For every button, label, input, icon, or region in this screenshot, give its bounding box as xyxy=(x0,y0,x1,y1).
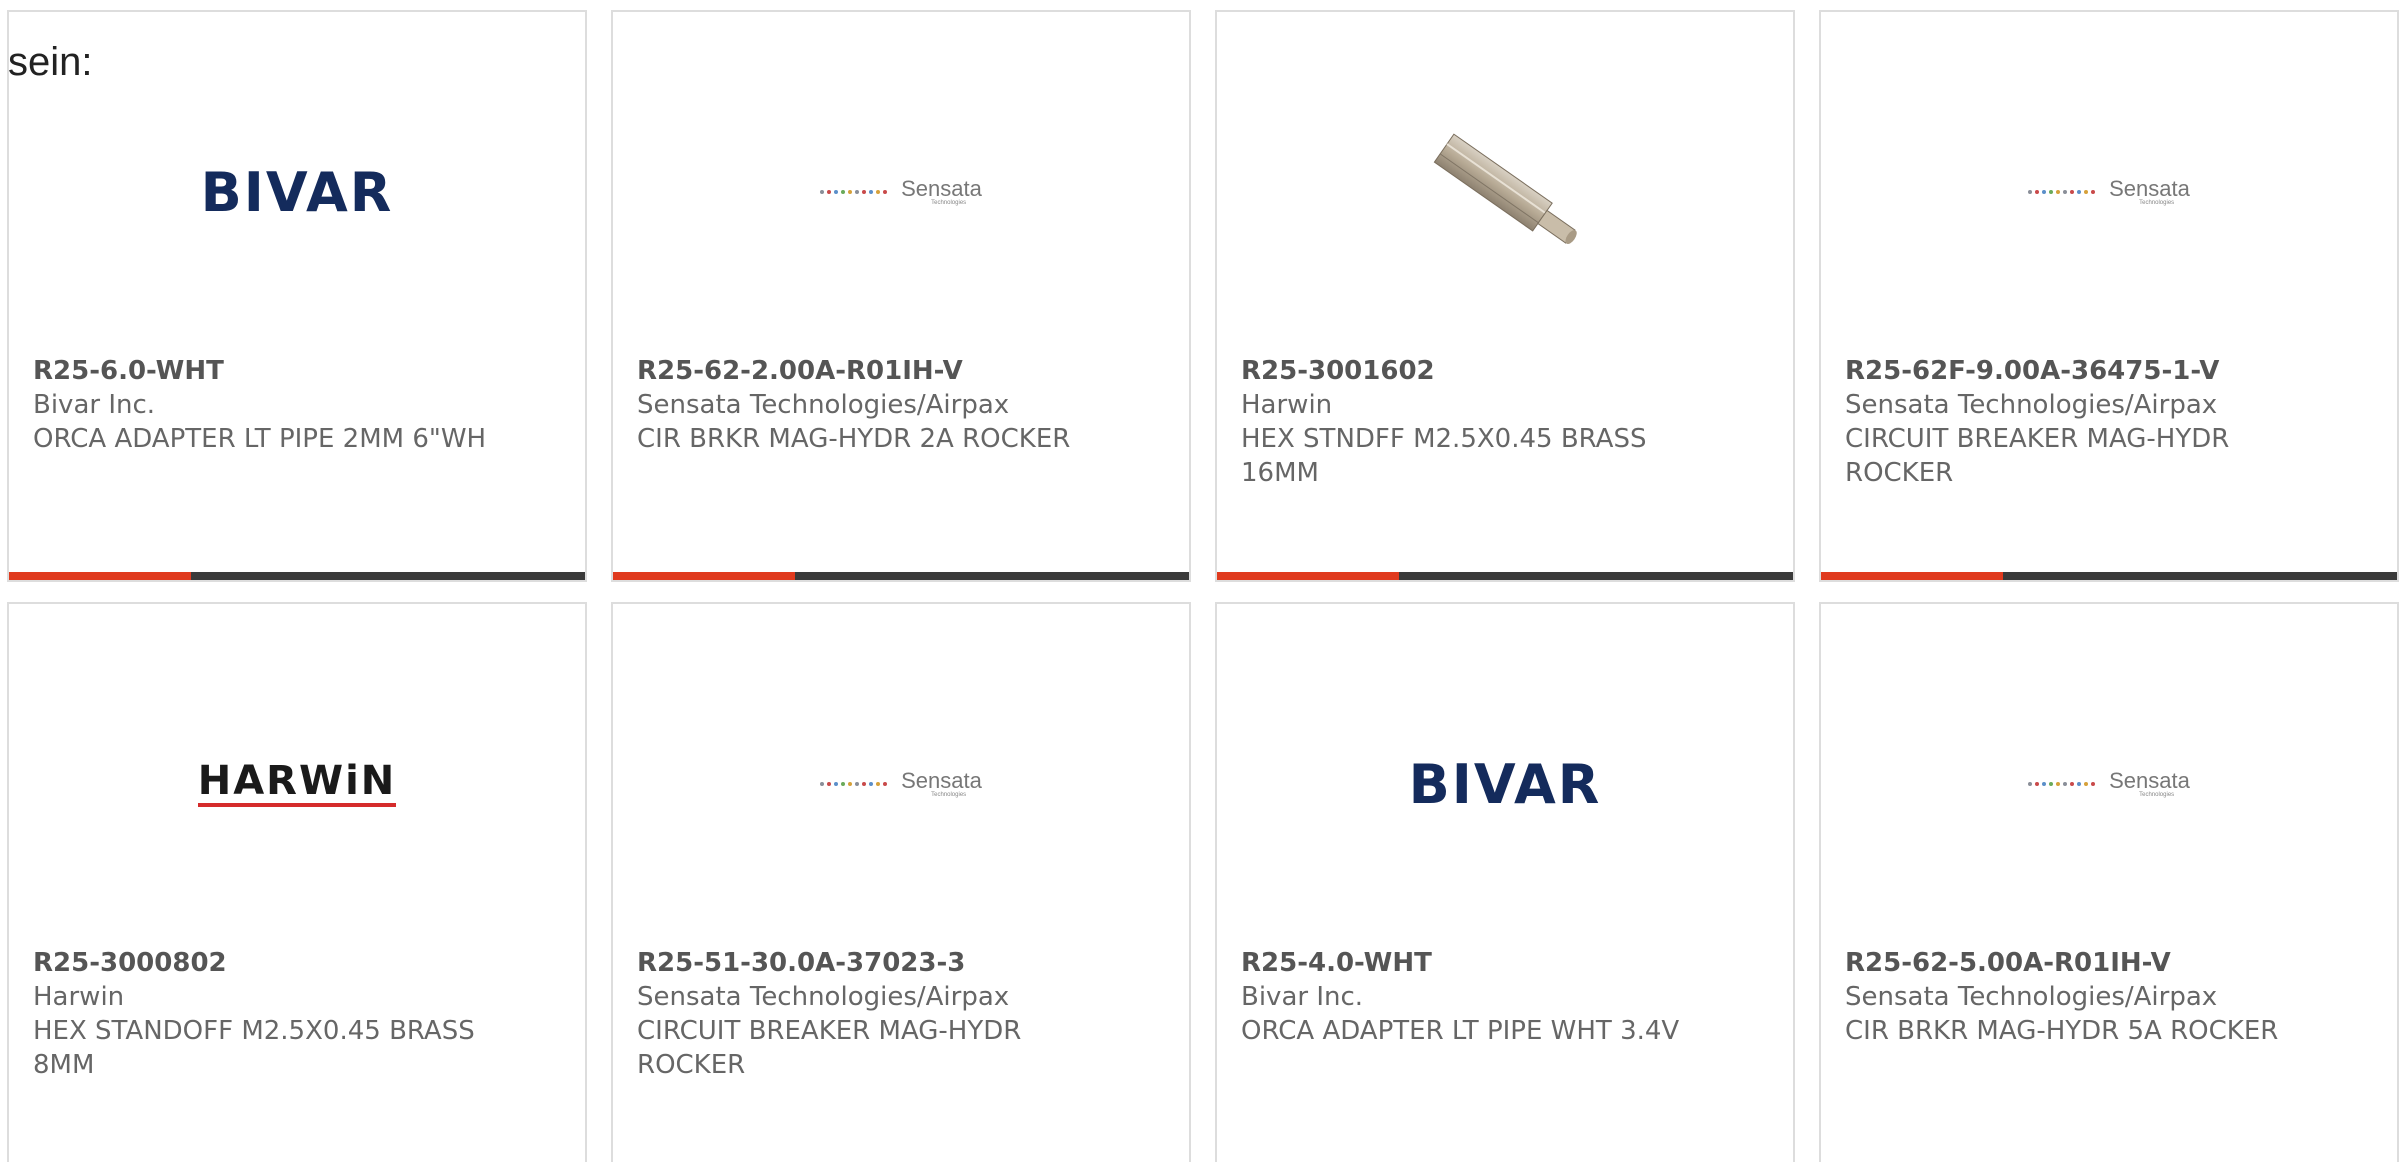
sensata-logo-name: Sensata xyxy=(2109,768,2190,793)
manufacturer-name: Sensata Technologies/Airpax xyxy=(1845,390,2218,420)
part-number-link[interactable]: R25-3000802 xyxy=(33,946,493,980)
product-image[interactable]: Sensata Technologies xyxy=(1821,92,2397,292)
part-number-link[interactable]: R25-3001602 xyxy=(1241,354,1701,388)
card-bottom-bar xyxy=(1217,572,1793,580)
product-card[interactable]: Sensata Technologies R25-62F-9.00A-36475… xyxy=(1819,10,2399,582)
sensata-logo-sub: Technologies xyxy=(931,200,967,206)
product-card[interactable]: BIVAR R25-6.0-WHT Bivar Inc. ORCA ADAPTE… xyxy=(7,10,587,582)
sensata-logo: Sensata Technologies xyxy=(820,178,982,206)
sensata-logo-sub: Technologies xyxy=(2139,200,2175,206)
sensata-dots-icon xyxy=(820,190,888,194)
sensata-logo-sub: Technologies xyxy=(931,792,967,798)
part-number-link[interactable]: R25-62-2.00A-R01IH-V xyxy=(637,354,1097,388)
sensata-logo-name: Sensata xyxy=(901,176,982,201)
product-image[interactable]: Sensata Technologies xyxy=(613,684,1189,884)
part-number-link[interactable]: R25-51-30.0A-37023-3 xyxy=(637,946,1097,980)
card-accent-bar xyxy=(9,572,191,580)
manufacturer-name: Sensata Technologies/Airpax xyxy=(1845,982,2218,1012)
manufacturer-name: Harwin xyxy=(1241,390,1333,420)
sensata-dots-icon xyxy=(2028,190,2096,194)
product-image[interactable]: BIVAR xyxy=(1217,684,1793,884)
part-number-link[interactable]: R25-4.0-WHT xyxy=(1241,946,1701,980)
intro-text: sein: xyxy=(8,40,93,84)
hex-standoff-photo xyxy=(1433,133,1577,245)
bivar-logo: BIVAR xyxy=(1408,752,1602,816)
product-card[interactable]: R25-3001602 Harwin HEX STNDFF M2.5X0.45 … xyxy=(1215,10,1795,582)
card-accent-bar xyxy=(1821,572,2003,580)
manufacturer-name: Sensata Technologies/Airpax xyxy=(637,390,1010,420)
sensata-logo: Sensata Technologies xyxy=(2028,770,2190,798)
harwin-logo: HARWiN xyxy=(197,761,397,807)
card-bottom-bar xyxy=(9,572,585,580)
product-description: HEX STANDOFF M2.5X0.45 BRASS 8MM xyxy=(33,1016,475,1080)
sensata-dots-icon xyxy=(820,782,888,786)
product-card[interactable]: BIVAR R25-4.0-WHT Bivar Inc. ORCA ADAPTE… xyxy=(1215,602,1795,1162)
manufacturer-name: Bivar Inc. xyxy=(33,390,156,420)
manufacturer-name: Bivar Inc. xyxy=(1241,982,1364,1012)
sensata-dots-icon xyxy=(2028,782,2096,786)
product-image[interactable]: HARWiN xyxy=(9,684,585,884)
part-number-link[interactable]: R25-62F-9.00A-36475-1-V xyxy=(1845,354,2305,388)
product-image[interactable]: Sensata Technologies xyxy=(1821,684,2397,884)
card-accent-bar xyxy=(613,572,795,580)
manufacturer-name: Harwin xyxy=(33,982,125,1012)
sensata-logo-name: Sensata xyxy=(2109,176,2190,201)
card-accent-bar xyxy=(1217,572,1399,580)
card-bottom-bar xyxy=(613,572,1189,580)
product-card[interactable]: Sensata Technologies R25-62-2.00A-R01IH-… xyxy=(611,10,1191,582)
sensata-logo-sub: Technologies xyxy=(2139,792,2175,798)
part-number-link[interactable]: R25-62-5.00A-R01IH-V xyxy=(1845,946,2305,980)
bivar-logo: BIVAR xyxy=(200,160,394,224)
manufacturer-name: Sensata Technologies/Airpax xyxy=(637,982,1010,1012)
product-description: ORCA ADAPTER LT PIPE WHT 3.4V xyxy=(1241,1016,1680,1046)
product-description: CIR BRKR MAG-HYDR 5A ROCKER xyxy=(1845,1016,2279,1046)
card-bottom-bar xyxy=(1821,572,2397,580)
product-grid-page: sein: BIVAR R25-6.0-WHT Bivar Inc. ORCA … xyxy=(0,0,2400,1162)
product-card[interactable]: Sensata Technologies R25-51-30.0A-37023-… xyxy=(611,602,1191,1162)
sensata-logo: Sensata Technologies xyxy=(820,770,982,798)
product-description: CIR BRKR MAG-HYDR 2A ROCKER xyxy=(637,424,1071,454)
product-description: ORCA ADAPTER LT PIPE 2MM 6"WH xyxy=(33,424,487,454)
product-description: HEX STNDFF M2.5X0.45 BRASS 16MM xyxy=(1241,424,1647,488)
product-card[interactable]: HARWiN R25-3000802 Harwin HEX STANDOFF M… xyxy=(7,602,587,1162)
product-description: CIRCUIT BREAKER MAG-HYDR ROCKER xyxy=(1845,424,2230,488)
sensata-logo: Sensata Technologies xyxy=(2028,178,2190,206)
product-description: CIRCUIT BREAKER MAG-HYDR ROCKER xyxy=(637,1016,1022,1080)
product-image[interactable]: Sensata Technologies xyxy=(613,92,1189,292)
part-number-link[interactable]: R25-6.0-WHT xyxy=(33,354,493,388)
product-image[interactable]: BIVAR xyxy=(9,92,585,292)
product-card[interactable]: Sensata Technologies R25-62-5.00A-R01IH-… xyxy=(1819,602,2399,1162)
product-image[interactable] xyxy=(1217,92,1793,292)
product-grid: BIVAR R25-6.0-WHT Bivar Inc. ORCA ADAPTE… xyxy=(7,10,2399,1162)
sensata-logo-name: Sensata xyxy=(901,768,982,793)
